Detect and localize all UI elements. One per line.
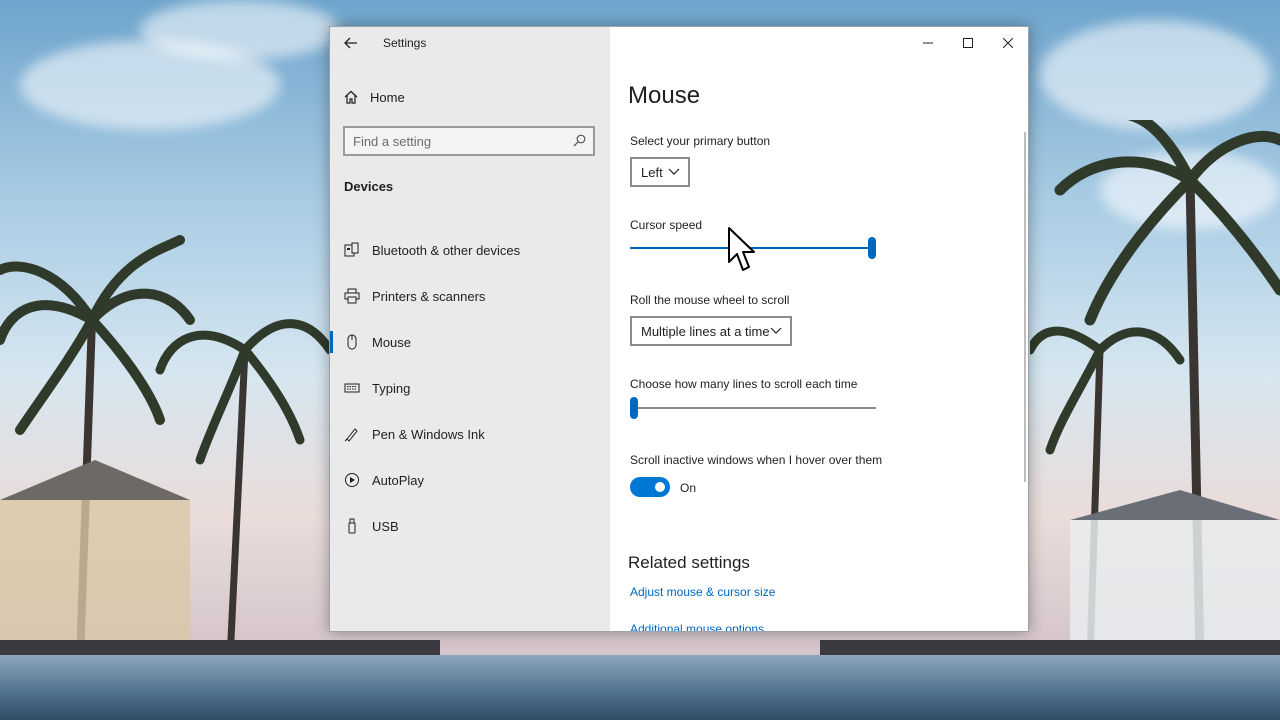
scrollbar[interactable] <box>1024 132 1026 482</box>
keyboard-icon <box>344 380 360 396</box>
maximize-button[interactable] <box>948 27 988 59</box>
search-icon <box>573 134 586 147</box>
home-icon <box>344 90 358 104</box>
close-icon <box>1003 38 1013 48</box>
nav-item-bluetooth[interactable]: Bluetooth & other devices <box>330 227 610 273</box>
maximize-icon <box>963 38 973 48</box>
pen-icon <box>344 426 360 442</box>
minimize-icon <box>923 42 933 44</box>
nav-item-label: Typing <box>372 380 411 396</box>
chevron-down-icon <box>668 168 680 175</box>
back-button[interactable] <box>340 32 362 54</box>
primary-button-value: Left <box>641 164 663 180</box>
adjust-mouse-cursor-size-link[interactable]: Adjust mouse & cursor size <box>630 585 775 599</box>
nav-item-label: Pen & Windows Ink <box>372 426 485 442</box>
cursor-speed-thumb[interactable] <box>868 237 876 259</box>
title-bar: Settings <box>330 27 610 59</box>
wheel-scroll-value: Multiple lines at a time <box>641 323 770 339</box>
nav-item-usb[interactable]: USB <box>330 503 610 549</box>
close-button[interactable] <box>988 27 1028 59</box>
content-pane: Mouse Select your primary button Left Cu… <box>610 27 1028 631</box>
autoplay-icon <box>344 472 360 488</box>
nav-item-label: Bluetooth & other devices <box>372 242 521 258</box>
lines-to-scroll-track <box>630 407 876 409</box>
related-settings-title: Related settings <box>628 553 750 572</box>
mouse-icon <box>344 334 360 350</box>
chevron-down-icon <box>770 327 782 334</box>
nav-item-autoplay[interactable]: AutoPlay <box>330 457 610 503</box>
home-label: Home <box>370 89 405 105</box>
nav-item-mouse[interactable]: Mouse <box>330 319 610 365</box>
section-title: Devices <box>344 179 394 194</box>
scroll-inactive-state: On <box>680 481 697 495</box>
lines-to-scroll-slider[interactable] <box>630 396 876 420</box>
cursor-speed-label: Cursor speed <box>630 218 703 232</box>
additional-mouse-options-link[interactable]: Additional mouse options <box>630 622 764 631</box>
printer-icon <box>344 288 360 304</box>
lines-to-scroll-label: Choose how many lines to scroll each tim… <box>630 377 858 391</box>
nav-item-typing[interactable]: Typing <box>330 365 610 411</box>
settings-window: Settings Home Devices Bluetooth & other … <box>329 26 1029 632</box>
nav-home[interactable]: Home <box>344 85 405 109</box>
nav-item-pen[interactable]: Pen & Windows Ink <box>330 411 610 457</box>
minimize-button[interactable] <box>908 27 948 59</box>
wheel-scroll-dropdown[interactable]: Multiple lines at a time <box>630 316 792 346</box>
nav-item-label: USB <box>372 518 399 534</box>
scroll-inactive-toggle[interactable] <box>630 477 670 497</box>
page-title: Mouse <box>628 82 701 109</box>
primary-button-dropdown[interactable]: Left <box>630 157 690 187</box>
window-title: Settings <box>383 36 427 50</box>
navigation-pane: Settings Home Devices Bluetooth & other … <box>330 27 610 631</box>
nav-item-label: AutoPlay <box>372 472 425 488</box>
scroll-inactive-label: Scroll inactive windows when I hover ove… <box>630 453 883 467</box>
usb-icon <box>344 518 360 534</box>
mouse-pointer-icon <box>728 227 755 271</box>
bluetooth-devices-icon <box>344 242 360 258</box>
primary-button-label: Select your primary button <box>630 134 771 148</box>
nav-item-printers[interactable]: Printers & scanners <box>330 273 610 319</box>
lines-to-scroll-thumb[interactable] <box>630 397 638 419</box>
back-arrow-icon <box>344 37 357 49</box>
search-box <box>343 126 595 156</box>
wheel-scroll-label: Roll the mouse wheel to scroll <box>630 293 790 307</box>
nav-list: Bluetooth & other devices Printers & sca… <box>330 227 610 549</box>
nav-item-label: Mouse <box>372 334 412 350</box>
search-input[interactable] <box>345 128 571 154</box>
toggle-knob <box>655 482 665 492</box>
nav-item-label: Printers & scanners <box>372 288 486 304</box>
window-controls <box>908 27 1028 59</box>
